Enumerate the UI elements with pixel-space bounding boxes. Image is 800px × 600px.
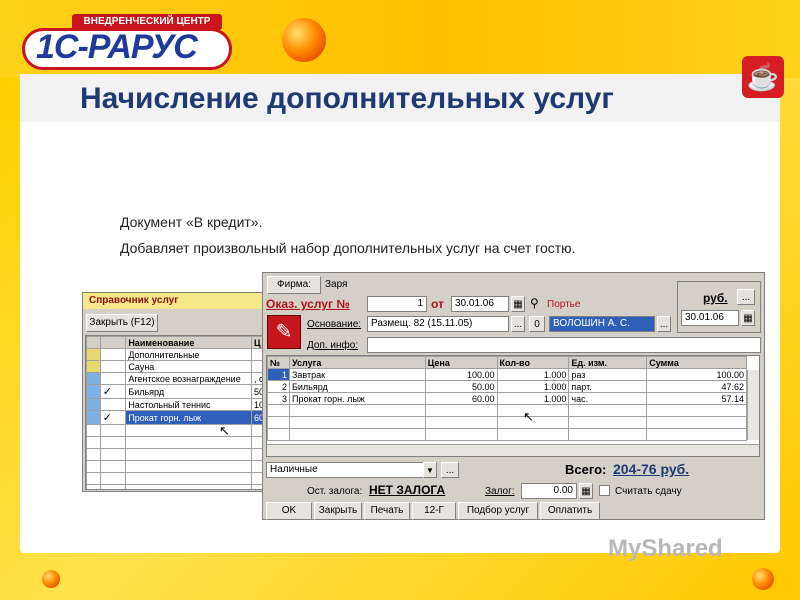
table-row[interactable]: 2 Бильярд 50.00 1.000 парт. 47.62 [267,380,747,393]
change-label: Считать сдачу [615,486,682,497]
vertical-scrollbar[interactable] [747,370,759,440]
description-line-1: Документ «В кредит». [120,214,263,230]
document-number-label: Оказ. услуг № [266,297,350,311]
currency-label: руб. [703,291,728,305]
col-qty[interactable]: Кол-во [496,356,570,369]
print-button[interactable]: Печать [364,502,410,520]
services-reference-window: Справочник услуг Закрыть (F12) Наименова… [82,292,268,492]
table-row[interactable]: 3 Прокат горн. лыж 60.00 1.000 час. 57.1… [267,392,747,405]
currency-select-button[interactable]: ... [737,289,755,305]
total-label: Всего: [565,462,607,477]
col-sum[interactable]: Сумма [646,356,747,369]
check-icon: ✓ [99,384,127,399]
logo-top-text: ВНЕДРЕНЧЕСКИЙ ЦЕНТР [72,14,222,30]
item-icon [86,398,101,411]
porter-label: Портье [547,299,581,310]
payment-type-select[interactable]: Наличные [266,462,428,478]
document-number-field[interactable]: 1 [367,296,427,312]
change-checkbox[interactable] [599,485,610,496]
list-item[interactable]: Настольный теннис 10 [86,398,266,411]
item-icon [86,384,101,399]
deposit-label: Залог: [485,486,515,497]
horizontal-scrollbar[interactable] [267,444,759,456]
col-number[interactable]: № [267,356,290,369]
calculator-icon[interactable]: ▦ [579,483,593,499]
pay-button[interactable]: Оплатить [540,502,600,520]
services-table: № Услуга Цена Кол-во Ед. изм. Сумма 1 За… [266,355,760,457]
table-row[interactable]: 1 Завтрак 100.00 1.000 раз 100.00 [267,368,747,381]
col-price[interactable]: Цена [424,356,498,369]
binoculars-icon[interactable]: ⚲ [530,296,539,310]
basis-label: Основание: [307,319,362,330]
ok-button[interactable]: OK [266,502,312,520]
close-f12-button[interactable]: Закрыть (F12) [86,314,158,332]
guest-field[interactable]: ВОЛОШИН А. С. [549,316,655,332]
form-12g-button[interactable]: 12-Г [412,502,456,520]
document-pen-icon: ✎ [267,315,301,349]
item-icon [86,372,101,385]
list-item-selected[interactable]: ✓ Прокат горн. лыж 60 [86,410,266,425]
company-logo: 1С-РАРУС ВНЕДРЕНЧЕСКИЙ ЦЕНТР [22,14,252,72]
firm-button[interactable]: Фирма: [267,276,321,294]
basis-field[interactable]: Размещ. 82 (15.11.05) [367,316,509,332]
col-service[interactable]: Услуга [288,356,426,369]
folder-icon [86,348,101,361]
col-unit[interactable]: Ед. изм. [568,356,648,369]
list-item[interactable]: Дополнительные [86,348,266,361]
extra-info-label: Доп. инфо: [307,340,359,351]
guest-select-button[interactable]: ... [657,316,671,332]
watermark-text: MyShared [608,535,723,562]
deposit-field[interactable]: 0.00 [521,483,577,499]
services-table-header: № Услуга Цена Кол-во Ед. изм. Сумма [267,356,747,369]
calendar-icon[interactable]: ▦ [511,296,525,312]
item-icon [86,410,101,425]
date-from-label: от [431,297,444,311]
chevron-down-icon[interactable]: ▼ [423,462,437,478]
deposit-rest-value: НЕТ ЗАЛОГА [369,483,446,497]
folder-icon [86,360,101,373]
deposit-rest-label: Ост. залога: [307,486,363,497]
mouse-cursor-icon: ↖ [523,409,534,424]
document-date-field[interactable]: 30.01.06 [451,296,509,312]
calendar-icon[interactable]: ▦ [741,310,755,326]
list-item[interactable]: Сауна [86,360,266,373]
page-title: Начисление дополнительных услуг [80,82,614,115]
cup-icon: ☕ [742,56,784,98]
description-line-2: Добавляет произвольный набор дополнитель… [120,240,576,256]
currency-date-field[interactable]: 30.01.06 [681,310,739,326]
mouse-cursor-icon: ↖ [219,423,230,438]
pick-services-button[interactable]: Подбор услуг [458,502,538,520]
list-item[interactable]: ✓ Бильярд 50 [86,384,266,399]
close-button[interactable]: Закрыть [314,502,362,520]
logo-main-text: 1С-РАРУС [36,28,198,66]
payment-select-button[interactable]: ... [441,462,459,478]
total-value: 204-76 руб. [613,461,690,477]
firm-value: Заря [325,279,348,290]
check-icon: ✓ [99,410,127,425]
window-title: Справочник услуг [83,293,267,309]
document-window: Фирма: Заря Оказ. услуг № 1 от 30.01.06 … [262,272,765,520]
extra-info-field[interactable] [367,337,761,353]
col-name-header[interactable]: Наименование [125,336,253,349]
small-ball-icon [752,568,774,590]
list-item[interactable]: Агентское вознаграждение , с [86,372,266,385]
small-ball-icon [42,570,60,588]
services-list-header: Наименование Ц [86,336,266,349]
basis-select-button[interactable]: ... [511,316,525,332]
orange-ball-icon [282,18,326,62]
zero-button[interactable]: 0 [529,316,545,332]
services-list: Наименование Ц Дополнительные Сауна Аген… [85,335,267,490]
